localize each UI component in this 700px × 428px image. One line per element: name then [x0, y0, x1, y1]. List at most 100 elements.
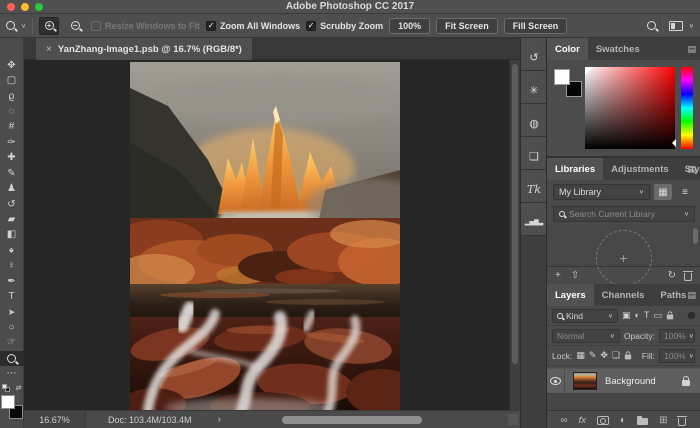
filter-type-layers-icon[interactable]: T: [644, 311, 650, 320]
trash-icon[interactable]: [684, 273, 692, 281]
tab-channels[interactable]: Channels: [594, 284, 653, 306]
shape-tool[interactable]: ○: [0, 320, 24, 335]
library-select[interactable]: My Library ∨: [553, 184, 650, 200]
zoom-out-button[interactable]: −: [65, 17, 85, 35]
gradient-tool[interactable]: ◧: [0, 228, 24, 243]
add-layer-mask-icon[interactable]: [597, 416, 609, 425]
blur-tool[interactable]: ♠: [0, 243, 24, 258]
resize-windows-checkbox[interactable]: Resize Windows to Fit: [91, 21, 200, 31]
pen-tool[interactable]: ✒: [0, 274, 24, 289]
panel-menu-icon[interactable]: ▤: [687, 290, 696, 301]
grid-view-button[interactable]: ▦: [654, 184, 672, 200]
tool-preset-chevron-icon[interactable]: ∨: [21, 22, 26, 28]
new-group-icon[interactable]: [637, 418, 648, 425]
layer-style-button[interactable]: fx: [579, 415, 586, 426]
library-search-box[interactable]: ∨: [553, 206, 695, 222]
eyedropper-tool[interactable]: ✑: [0, 135, 24, 150]
saturation-brightness-field[interactable]: [585, 67, 675, 149]
eraser-tool[interactable]: ▰: [0, 212, 24, 227]
hue-slider[interactable]: [681, 67, 693, 149]
vertical-scrollbar-thumb[interactable]: [512, 64, 518, 364]
fill-screen-button[interactable]: Fill Screen: [504, 18, 568, 34]
swap-colors-icon[interactable]: ⇄: [16, 384, 22, 392]
add-element-button[interactable]: +: [555, 270, 561, 281]
dodge-tool[interactable]: ♀: [0, 258, 24, 273]
zoom-in-button[interactable]: +: [39, 17, 59, 35]
layer-visibility-toggle[interactable]: [547, 369, 565, 393]
workspace-switcher-icon[interactable]: [669, 21, 683, 31]
tk-panel-button[interactable]: Tk: [521, 170, 547, 203]
close-tab-icon[interactable]: ×: [46, 44, 52, 55]
brush-tool[interactable]: ✎: [0, 166, 24, 181]
quick-selection-tool[interactable]: ◌: [0, 104, 24, 119]
vertical-scrollbar[interactable]: [509, 60, 520, 410]
document-tab[interactable]: × YanZhang-Image1.psb @ 16.7% (RGB/8*): [36, 38, 252, 60]
clone-stamp-tool[interactable]: ♟: [0, 181, 24, 196]
tab-adjustments[interactable]: Adjustments: [603, 158, 677, 180]
filter-toggle[interactable]: [688, 312, 695, 319]
histogram-panel-button[interactable]: ▂▅▇▃: [521, 203, 547, 236]
panel-menu-icon[interactable]: ▤: [687, 164, 696, 175]
library-scrollbar-thumb[interactable]: [693, 228, 698, 244]
move-tool[interactable]: ✥: [0, 58, 24, 73]
new-adjustment-layer-icon[interactable]: ◐: [620, 415, 626, 426]
lock-all-icon[interactable]: [625, 354, 631, 359]
filter-pixel-layers-icon[interactable]: ▣: [622, 311, 631, 320]
opacity-input[interactable]: 100% ∨: [659, 329, 695, 343]
brushes-panel-button[interactable]: ◍: [521, 104, 547, 137]
filter-shape-layers-icon[interactable]: ▭: [653, 311, 662, 320]
fit-screen-button[interactable]: Fit Screen: [436, 18, 498, 34]
zoom-100-button[interactable]: 100%: [389, 18, 430, 34]
fill-input[interactable]: 100% ∨: [659, 349, 695, 363]
foreground-color-swatch[interactable]: [1, 395, 15, 409]
zoom-level-readout[interactable]: 16.67%: [24, 411, 86, 428]
lock-transparent-pixels-icon[interactable]: ▦: [576, 351, 585, 360]
layer-thumbnail[interactable]: [573, 372, 597, 390]
close-window-button[interactable]: [7, 3, 15, 11]
empty-library-drop-target[interactable]: +: [596, 230, 652, 286]
blend-mode-select[interactable]: Normal ∨: [552, 329, 620, 343]
status-chevron-icon[interactable]: ›: [218, 414, 221, 425]
panel-menu-icon[interactable]: ▤: [687, 44, 696, 55]
tab-color[interactable]: Color: [547, 38, 588, 60]
foreground-color-swatch[interactable]: [554, 69, 570, 85]
minimize-window-button[interactable]: [21, 3, 29, 11]
library-search-input[interactable]: [569, 209, 680, 219]
marquee-tool[interactable]: ▢: [0, 73, 24, 88]
default-colors-icon[interactable]: [2, 384, 10, 392]
scrubby-zoom-checkbox[interactable]: ✓ Scrubby Zoom: [306, 21, 383, 31]
chevron-down-icon[interactable]: ∨: [684, 211, 689, 217]
filter-adjustment-layers-icon[interactable]: ◐: [635, 311, 640, 320]
tab-libraries[interactable]: Libraries: [547, 158, 603, 180]
zoom-tool-preview-icon[interactable]: [6, 21, 15, 30]
tab-layers[interactable]: Layers: [547, 284, 594, 306]
history-brush-tool[interactable]: ↺: [0, 197, 24, 212]
horizontal-scrollbar-thumb[interactable]: [282, 416, 422, 424]
notes-panel-button[interactable]: ❏: [521, 137, 547, 170]
crop-tool[interactable]: #: [0, 120, 24, 135]
delete-layer-icon[interactable]: [678, 418, 686, 426]
new-layer-icon[interactable]: ⊞: [659, 415, 667, 426]
tab-swatches[interactable]: Swatches: [588, 38, 648, 60]
edit-toolbar-button[interactable]: ⋯: [0, 366, 24, 381]
layer-row-background[interactable]: Background: [547, 368, 700, 394]
canvas[interactable]: [24, 60, 520, 410]
lock-artboard-icon[interactable]: ❏: [612, 351, 620, 360]
history-panel-button[interactable]: ↺: [521, 38, 547, 71]
lock-image-pixels-icon[interactable]: ✎: [589, 351, 597, 360]
sync-icon[interactable]: ↻: [668, 270, 676, 281]
type-tool[interactable]: T: [0, 289, 24, 304]
healing-brush-tool[interactable]: ✚: [0, 151, 24, 166]
filter-smart-object-icon[interactable]: [667, 314, 673, 319]
link-layers-icon[interactable]: ∞: [561, 415, 568, 426]
lasso-tool[interactable]: ϱ: [0, 89, 24, 104]
search-icon[interactable]: [647, 21, 656, 30]
list-view-button[interactable]: ≡: [676, 184, 694, 200]
zoom-all-windows-checkbox[interactable]: ✓ Zoom All Windows: [206, 21, 300, 31]
path-selection-tool[interactable]: ➤: [0, 305, 24, 320]
hand-tool[interactable]: ☞: [0, 336, 24, 351]
upload-button[interactable]: ⇧: [571, 270, 579, 281]
lock-position-icon[interactable]: ✥: [600, 351, 608, 360]
filter-kind-select[interactable]: Kind ∨: [552, 309, 618, 323]
zoom-tool[interactable]: [0, 351, 24, 366]
